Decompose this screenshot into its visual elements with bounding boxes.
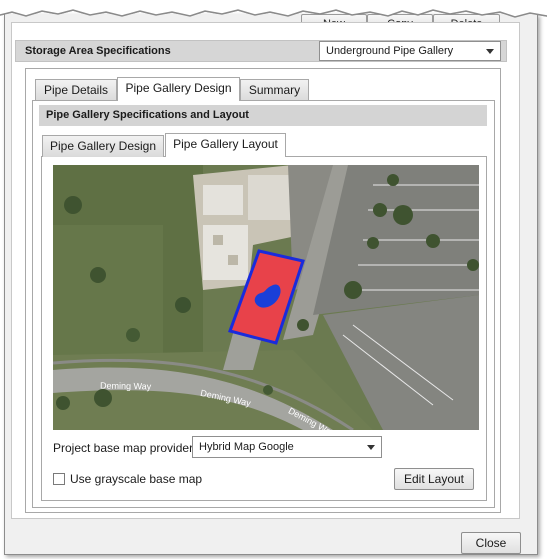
chevron-down-icon	[486, 49, 494, 54]
map-provider-value: Hybrid Map Google	[199, 441, 294, 453]
close-label: Close	[475, 536, 507, 550]
layout-map[interactable]: Deming Way Deming Way Deming Way	[53, 165, 479, 430]
storage-type-select[interactable]: Underground Pipe Gallery	[319, 41, 501, 61]
tab-summary-label: Summary	[248, 83, 301, 97]
subtab-pipe-gallery-layout-label: Pipe Gallery Layout	[173, 137, 278, 151]
map-provider-select[interactable]: Hybrid Map Google	[192, 436, 382, 458]
section-title: Pipe Gallery Specifications and Layout	[46, 109, 249, 121]
tab-pipe-details-label: Pipe Details	[43, 83, 109, 97]
tab-pipe-details[interactable]: Pipe Details	[35, 79, 117, 101]
edit-layout-label: Edit Layout	[403, 472, 465, 486]
tab-pipe-gallery-design-label: Pipe Gallery Design	[125, 81, 232, 95]
tab-summary[interactable]: Summary	[240, 79, 309, 101]
chevron-down-icon	[367, 445, 375, 450]
storage-spec-title: Storage Area Specifications	[25, 45, 171, 57]
grayscale-label: Use grayscale base map	[70, 472, 203, 486]
edit-layout-button[interactable]: Edit Layout	[394, 468, 474, 490]
close-button[interactable]: Close	[461, 532, 521, 554]
grayscale-checkbox[interactable]	[53, 473, 65, 485]
subtab-pipe-gallery-layout[interactable]: Pipe Gallery Layout	[165, 133, 286, 157]
subtab-pipe-gallery-design[interactable]: Pipe Gallery Design	[42, 135, 164, 157]
storage-type-value: Underground Pipe Gallery	[326, 45, 454, 57]
map-street-label: Deming Way	[99, 380, 152, 392]
subtab-pipe-gallery-design-label: Pipe Gallery Design	[49, 139, 157, 153]
torn-edge-overlay	[0, 0, 547, 18]
tab-pipe-gallery-design[interactable]: Pipe Gallery Design	[117, 77, 240, 101]
section-header: Pipe Gallery Specifications and Layout	[39, 105, 487, 126]
provider-label: Project base map provider:	[53, 441, 197, 455]
